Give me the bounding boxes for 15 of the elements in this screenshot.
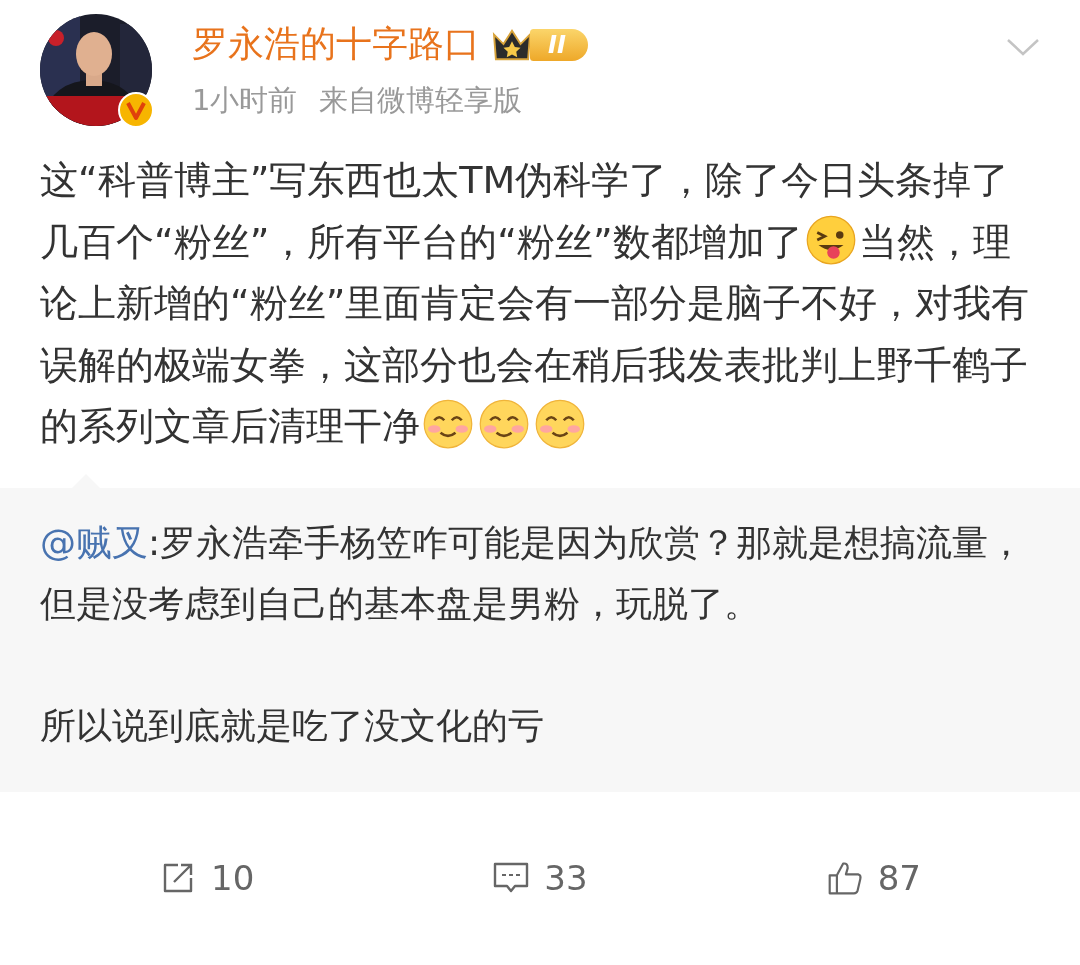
author-name[interactable]: 罗永浩的十字路口 bbox=[192, 20, 480, 69]
action-count: 33 bbox=[544, 858, 588, 899]
repost-text: 所以说到底就是吃了没文化的亏 bbox=[40, 703, 545, 748]
smiling-face-icon bbox=[479, 399, 529, 449]
post-time: 1小时前 bbox=[192, 82, 298, 119]
action-count: 87 bbox=[877, 858, 921, 899]
smiling-face-icon bbox=[535, 399, 585, 449]
winking-face-icon bbox=[805, 214, 856, 265]
smiling-face-icon bbox=[423, 399, 473, 449]
post-source: 来自微博轻享版 bbox=[319, 82, 523, 119]
post-text: 这“科普博主”写东西也太TM伪科学了，除了今日头条掉了几百个“粉丝”，所有平台的“粉丝”数都增加了 当然，理论上新增的“粉丝”里面肯定会有一部分是脑子不好，对我有误解的极端女拳，这部分也会在稍后我发表批判上野千鹤子的系列文章后清理干净 bbox=[40, 157, 1031, 451]
action-count: 10 bbox=[211, 858, 255, 899]
level-badge: II bbox=[530, 28, 588, 61]
repost-text: @贼叉:罗永浩牵手杨笠咋可能是因为欣赏？那就是想搞流量，但是没考虑到自己的基本盘是男粉，玩脱了。 bbox=[40, 520, 1026, 626]
user-link[interactable]: @贼叉 bbox=[40, 521, 148, 563]
